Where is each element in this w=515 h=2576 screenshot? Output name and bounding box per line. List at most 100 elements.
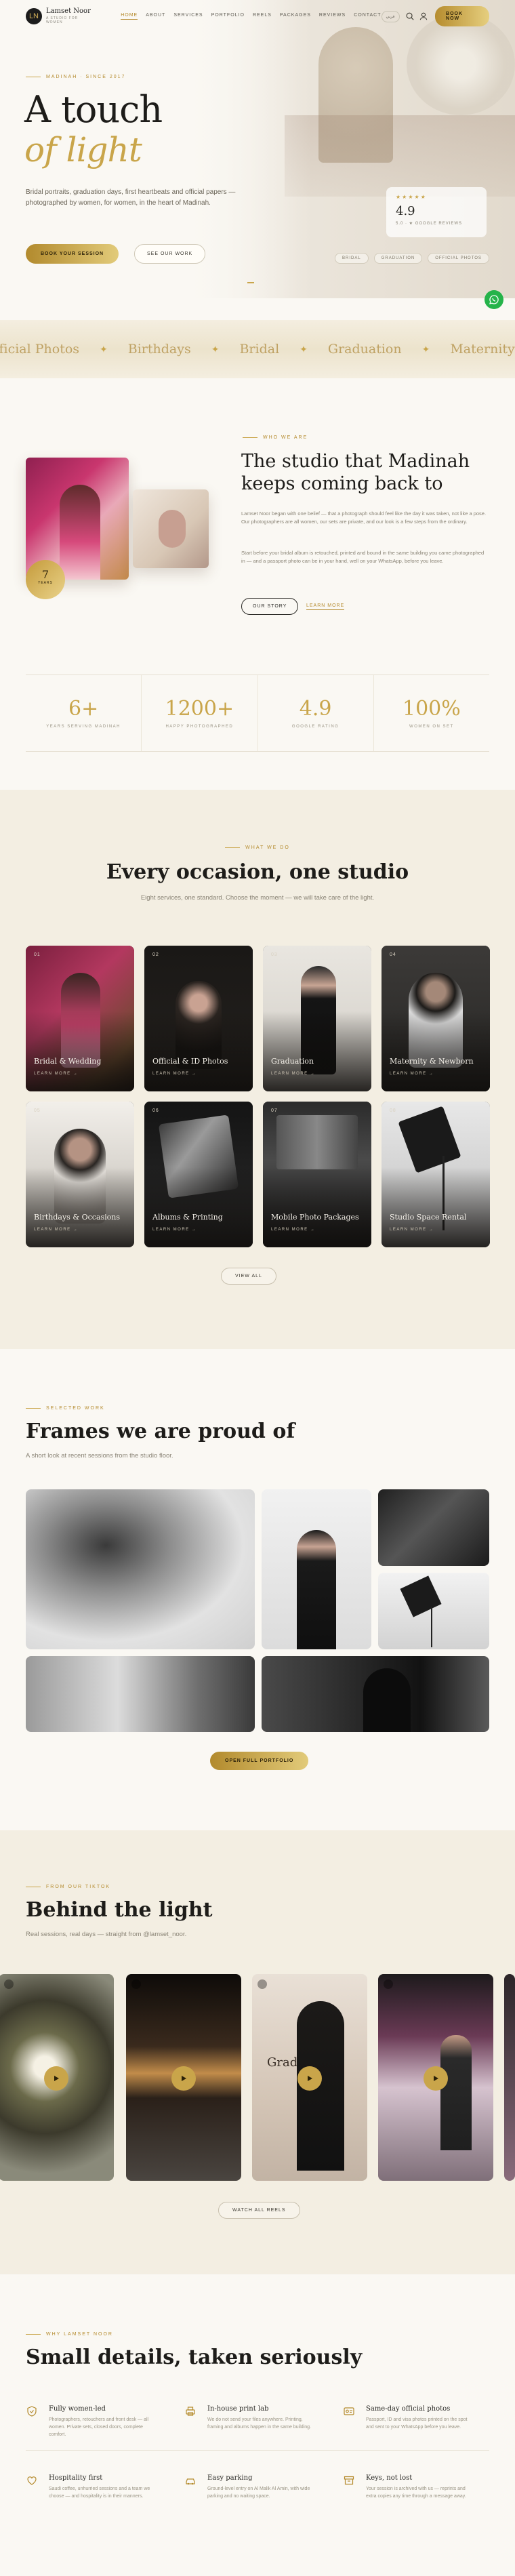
nav-about[interactable]: ABOUT — [146, 13, 165, 20]
stat-label: GOOGLE RATING — [291, 725, 339, 729]
chip-graduation[interactable]: GRADUATION — [373, 253, 423, 264]
reel-card[interactable] — [126, 1974, 241, 2181]
stat-value: 1200+ — [165, 697, 234, 721]
feature-title: Fully women-led — [49, 2405, 106, 2413]
brand-logo[interactable]: LN Lamset Noor A STUDIO FOR WOMEN — [26, 8, 96, 24]
card-title: Maternity & Newborn — [390, 1057, 474, 1066]
card-cta-label: LEARN MORE — [34, 1072, 71, 1076]
portfolio-maternity-photo[interactable] — [26, 1656, 255, 1732]
portfolio-veil-photo[interactable] — [26, 1489, 255, 1649]
reels-section: FROM OUR TIKTOK Behind the light Real se… — [0, 1830, 515, 2274]
services-marquee: fficial Photos ✦ Birthdays ✦ Bridal ✦ Gr… — [0, 320, 515, 378]
play-button[interactable] — [424, 2066, 448, 2091]
card-learn-more[interactable]: LEARN MORE → — [152, 1228, 197, 1232]
chip-bridal[interactable]: BRIDAL — [335, 253, 369, 264]
language-toggle[interactable]: عربي — [381, 10, 400, 22]
our-story-button[interactable]: OUR STORY — [241, 598, 299, 615]
reel-card[interactable]: Grad — [252, 1974, 367, 2181]
divider — [26, 2450, 489, 2451]
rating-card: ★★★★★ 4.9 5.0 · ★ GOOGLE REVIEWS — [386, 187, 487, 237]
see-work-button[interactable]: SEE OUR WORK — [134, 244, 206, 264]
stat-value: 6+ — [68, 697, 99, 721]
card-number: 03 — [271, 952, 278, 957]
nav-reviews[interactable]: REVIEWS — [319, 13, 346, 20]
card-number: 04 — [390, 952, 396, 957]
sparkle-icon: ✦ — [300, 343, 308, 355]
why-eyebrow: WHY LAMSET NOOR — [26, 2332, 113, 2337]
card-cta-label: LEARN MORE — [34, 1228, 71, 1232]
book-now-button[interactable]: BOOK NOW — [435, 6, 489, 26]
reel-card[interactable] — [378, 1974, 493, 2181]
about-eyebrow: WHO WE ARE — [243, 435, 308, 440]
card-number: 01 — [34, 952, 41, 957]
whatsapp-float-button[interactable] — [485, 290, 503, 309]
car-icon — [186, 2478, 195, 2485]
service-card-albums[interactable]: 06 Albums & Printing LEARN MORE → — [144, 1102, 253, 1247]
nav-portfolio[interactable]: PORTFOLIO — [211, 13, 245, 20]
service-card-official[interactable]: 02 Official & ID Photos LEARN MORE → — [144, 946, 253, 1091]
card-learn-more[interactable]: LEARN MORE → — [390, 1228, 434, 1232]
photo-figure — [159, 510, 186, 548]
card-cta-label: LEARN MORE — [390, 1072, 427, 1076]
reel-card-partial[interactable] — [504, 1974, 515, 2181]
nav-contact[interactable]: CONTACT — [354, 13, 381, 20]
photo-figure — [297, 1530, 336, 1649]
card-learn-more[interactable]: LEARN MORE → — [271, 1072, 315, 1076]
feature-title: Hospitality first — [49, 2474, 103, 2482]
marquee-item: Birthdays — [127, 342, 191, 357]
stat-item: 100% WOMEN ON SET — [374, 675, 489, 751]
portfolio-album-photo[interactable] — [378, 1489, 489, 1566]
feature-title: Easy parking — [207, 2474, 253, 2482]
portfolio-studio-photo[interactable] — [378, 1573, 489, 1649]
nav-reels[interactable]: REELS — [253, 13, 272, 20]
service-card-bridal[interactable]: 01 Bridal & Wedding LEARN MORE → — [26, 946, 134, 1091]
service-card-studio[interactable]: 08 Studio Space Rental LEARN MORE → — [382, 1102, 490, 1247]
brand-name: Lamset Noor — [45, 7, 91, 15]
nav-packages[interactable]: PACKAGES — [280, 13, 311, 20]
service-card-birthdays[interactable]: 05 Birthdays & Occasions LEARN MORE → — [26, 1102, 134, 1247]
nav-home[interactable]: HOME — [121, 13, 138, 20]
nav-services[interactable]: SERVICES — [173, 13, 203, 20]
marquee-item: fficial Photos — [0, 342, 80, 357]
why-title: Small details, taken seriously — [26, 2346, 363, 2369]
view-all-services-button[interactable]: VIEW ALL — [221, 1268, 276, 1285]
user-icon[interactable] — [419, 12, 428, 21]
watch-reels-button[interactable]: WATCH ALL REELS — [218, 2202, 300, 2219]
printer-icon — [186, 2407, 195, 2416]
play-icon — [434, 2076, 438, 2081]
services-section: WHAT WE DO Every occasion, one studio Ei… — [0, 790, 515, 1349]
portfolio-graduation-photo[interactable] — [262, 1489, 371, 1649]
hero-slide-indicator[interactable] — [247, 282, 254, 283]
chip-official[interactable]: OFFICIAL PHOTOS — [428, 253, 489, 264]
portfolio-portrait-photo[interactable] — [262, 1656, 489, 1732]
search-icon[interactable] — [405, 12, 415, 21]
card-shade — [144, 1102, 253, 1247]
service-card-maternity[interactable]: 04 Maternity & Newborn LEARN MORE → — [382, 946, 490, 1091]
card-learn-more[interactable]: LEARN MORE → — [34, 1228, 78, 1232]
play-button[interactable] — [171, 2066, 196, 2091]
reels-subtitle: Real sessions, real days — straight from… — [26, 1931, 187, 1938]
play-button[interactable] — [297, 2066, 322, 2091]
feature-desc: Passport, ID and visa photos printed on … — [366, 2417, 468, 2430]
open-portfolio-button[interactable]: OPEN FULL PORTFOLIO — [210, 1752, 309, 1770]
card-learn-more[interactable]: LEARN MORE → — [390, 1072, 434, 1076]
service-card-mobile[interactable]: 07 Mobile Photo Packages LEARN MORE → — [263, 1102, 371, 1247]
card-learn-more[interactable]: LEARN MORE → — [152, 1072, 197, 1076]
card-title: Mobile Photo Packages — [271, 1213, 359, 1222]
photo-figure — [431, 1607, 432, 1647]
services-eyebrow: WHAT WE DO — [0, 845, 515, 850]
learn-more-link[interactable]: LEARN MORE — [306, 603, 345, 610]
book-session-button[interactable]: BOOK YOUR SESSION — [26, 244, 119, 264]
play-button[interactable] — [44, 2066, 68, 2091]
service-card-graduation[interactable]: 03 Graduation LEARN MORE → — [263, 946, 371, 1091]
card-learn-more[interactable]: LEARN MORE → — [34, 1072, 78, 1076]
reel-card[interactable] — [0, 1974, 114, 2181]
services-title: Every occasion, one studio — [106, 860, 409, 884]
card-learn-more[interactable]: LEARN MORE → — [271, 1228, 315, 1232]
portfolio-eyebrow: SELECTED WORK — [26, 1406, 105, 1411]
card-number: 08 — [390, 1108, 396, 1113]
card-cta-label: LEARN MORE — [152, 1228, 190, 1232]
heart-icon — [27, 2476, 37, 2485]
photo-figure — [60, 485, 100, 580]
top-nav: LN Lamset Noor A STUDIO FOR WOMEN HOME A… — [0, 0, 515, 33]
